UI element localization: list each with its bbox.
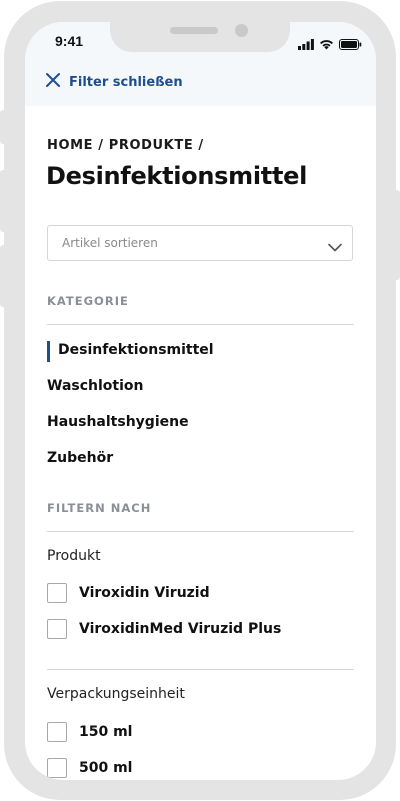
close-icon[interactable] (45, 72, 61, 92)
category-item-haushaltshygiene[interactable]: Haushaltshygiene (47, 414, 189, 430)
filter-option-viroxidin-viruzid[interactable]: Viroxidin Viruzid (47, 583, 210, 603)
filter-group-produkt: Produkt (47, 548, 101, 564)
sort-placeholder: Artikel sortieren (62, 236, 158, 250)
filter-option-150ml[interactable]: 150 ml (47, 722, 132, 742)
filter-option-500ml[interactable]: 500 ml (47, 758, 132, 778)
front-camera (235, 24, 248, 37)
filter-divider (47, 531, 354, 532)
speaker (170, 27, 218, 34)
checkbox[interactable] (47, 758, 67, 778)
category-item-waschlotion[interactable]: Waschlotion (47, 378, 143, 394)
chevron-down-icon (328, 237, 342, 256)
category-item-desinfektionsmittel[interactable]: Desinfektionsmittel (47, 342, 214, 358)
breadcrumb[interactable]: HOME / PRODUKTE / (47, 138, 204, 153)
page-title: Desinfektionsmittel (46, 162, 308, 190)
filter-option-viroxidinmed-viruzid-plus[interactable]: ViroxidinMed Viruzid Plus (47, 619, 281, 639)
checkbox-label: 500 ml (79, 760, 133, 776)
screen: 9:41 Filter schließen HOME / PRODUKTE / … (25, 22, 376, 780)
checkbox[interactable] (47, 619, 67, 639)
status-time: 9:41 (55, 33, 84, 49)
filter-heading: FILTERN NACH (47, 501, 152, 515)
wifi-icon (319, 35, 334, 54)
battery-icon (339, 35, 362, 54)
close-filter-button[interactable]: Filter schließen (45, 72, 183, 92)
checkbox-label: Viroxidin Viruzid (79, 585, 210, 601)
close-filter-label: Filter schließen (69, 74, 183, 90)
phone-mockup: 9:41 Filter schließen HOME / PRODUKTE / … (0, 0, 400, 801)
category-heading: KATEGORIE (47, 294, 129, 308)
sort-select[interactable]: Artikel sortieren (47, 225, 353, 261)
checkbox-label: ViroxidinMed Viruzid Plus (79, 621, 282, 637)
group-divider (47, 669, 354, 670)
category-item-zubehoer[interactable]: Zubehör (47, 450, 113, 466)
checkbox-label: 150 ml (79, 724, 133, 740)
signal-icon (298, 35, 314, 54)
category-divider (47, 324, 354, 325)
checkbox[interactable] (47, 722, 67, 742)
checkbox[interactable] (47, 583, 67, 603)
status-icons (298, 35, 362, 54)
filter-group-verpackungseinheit: Verpackungseinheit (47, 686, 185, 702)
